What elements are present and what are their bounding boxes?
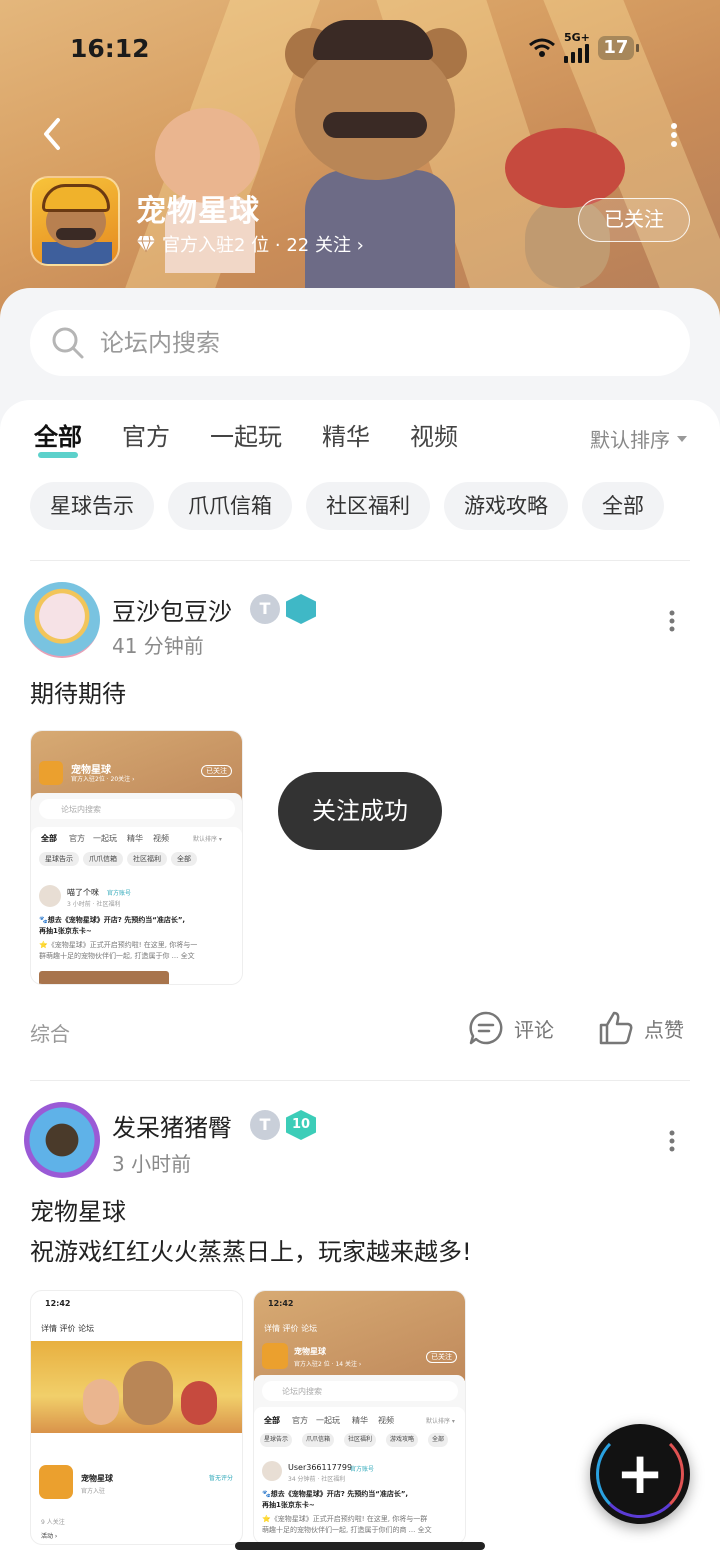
post-more-icon[interactable] — [664, 608, 680, 634]
caret-down-icon — [677, 435, 687, 442]
comment-icon — [469, 1011, 503, 1045]
forum-meta[interactable]: 官方入驻2 位 · 22 关注 › — [136, 231, 364, 257]
title-badge-icon — [250, 1110, 280, 1140]
chip-welfare[interactable]: 社区福利 — [306, 482, 430, 530]
tab-all[interactable]: 全部 — [34, 420, 82, 458]
forum-meta-text: 官方入驻2 位 · 22 关注 › — [162, 235, 364, 256]
comment-button[interactable]: 评论 — [468, 1010, 554, 1046]
chip-announcements[interactable]: 星球告示 — [30, 482, 154, 530]
post-category[interactable]: 综合 — [30, 1018, 70, 1047]
post-text: 祝游戏红红火火蒸蒸日上，玩家越来越多! — [30, 1238, 472, 1266]
battery-icon: 17 — [597, 35, 639, 60]
thumbs-up-icon — [599, 1011, 633, 1045]
post-image[interactable]: 12:42 详情 评价 论坛 宠物星球 官方入驻 暂无评分 9 人关注 活动 › — [30, 1290, 243, 1545]
signal-icon — [564, 43, 589, 63]
follow-button[interactable]: 已关注 — [578, 198, 690, 242]
toast-message: 关注成功 — [278, 772, 442, 850]
chip-mailbox[interactable]: 爪爪信箱 — [168, 482, 292, 530]
user-avatar[interactable] — [24, 582, 100, 658]
tab-official[interactable]: 官方 — [122, 420, 170, 454]
tab-play-together[interactable]: 一起玩 — [210, 420, 282, 454]
post-text: 期待期待 — [30, 680, 126, 708]
home-indicator[interactable] — [235, 1542, 485, 1550]
diamond-icon — [137, 235, 155, 253]
forum-page: { "status": {"time": "16:12", "network":… — [0, 0, 720, 1563]
create-post-button[interactable]: + — [590, 1424, 690, 1524]
sort-dropdown[interactable]: 默认排序 — [590, 424, 688, 453]
rank-badge-icon — [286, 594, 316, 624]
like-label: 点赞 — [644, 1017, 684, 1042]
user-avatar[interactable] — [24, 1102, 100, 1178]
status-icons: 5G+ 17 — [528, 31, 639, 63]
user-badges: 10 — [250, 1110, 316, 1140]
wifi-icon — [529, 38, 555, 57]
post-image[interactable]: 12:42 详情 评价 论坛 宠物星球 官方入驻2 位 · 14 关注 › 已关… — [253, 1290, 466, 1545]
post-divider — [30, 1080, 690, 1081]
divider — [30, 560, 690, 561]
user-badges — [250, 594, 316, 624]
post-image[interactable]: 宠物星球 官方入驻2位 · 20关注 › 已关注 论坛内搜索 全部 官方 一起玩… — [30, 730, 243, 985]
back-arrow-icon[interactable] — [34, 114, 74, 154]
comment-label: 评论 — [514, 1017, 554, 1042]
filter-chips: 星球告示 爪爪信箱 社区福利 游戏攻略 全部 — [30, 482, 664, 530]
post-time: 41 分钟前 — [112, 634, 204, 658]
post-time: 3 小时前 — [112, 1152, 192, 1176]
chip-all[interactable]: 全部 — [582, 482, 664, 530]
game-app-icon[interactable] — [30, 176, 120, 266]
level-badge: 10 — [286, 1110, 316, 1140]
plus-icon: + — [615, 1439, 665, 1507]
search-bar[interactable] — [30, 310, 690, 376]
more-options-icon[interactable] — [664, 120, 684, 150]
post-author[interactable]: 豆沙包豆沙 — [112, 592, 232, 627]
search-input[interactable] — [100, 329, 620, 357]
status-time: 16:12 — [70, 34, 150, 63]
category-tabs: 全部 官方 一起玩 精华 视频 — [34, 420, 498, 458]
forum-title: 宠物星球 — [136, 194, 260, 229]
like-button[interactable]: 点赞 — [598, 1010, 684, 1046]
post-more-icon[interactable] — [664, 1128, 680, 1154]
title-badge-icon — [250, 594, 280, 624]
sort-label: 默认排序 — [590, 428, 670, 452]
post-author[interactable]: 发呆猪猪臀 — [112, 1108, 232, 1143]
post-title: 宠物星球 — [30, 1198, 126, 1226]
network-type: 5G+ — [564, 31, 590, 44]
tab-featured[interactable]: 精华 — [322, 420, 370, 454]
search-icon — [52, 327, 84, 359]
tab-video[interactable]: 视频 — [410, 420, 458, 454]
chip-guides[interactable]: 游戏攻略 — [444, 482, 568, 530]
